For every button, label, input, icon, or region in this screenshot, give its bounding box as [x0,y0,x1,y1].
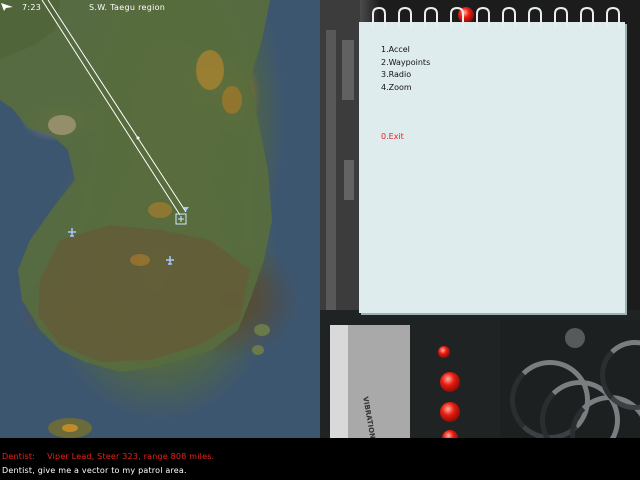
tactical-map[interactable]: 7:23 S.W. Taegu region [0,0,320,438]
menu-item-radio[interactable]: 3.Radio [381,69,430,82]
message-speaker: Dentist: [2,452,36,461]
message-text: Viper Lead, Steer 323, range 808 miles. [47,452,215,461]
menu-item-zoom[interactable]: 4.Zoom [381,82,430,95]
mission-time: 7:23 [22,3,42,12]
map-region-label: S.W. Taegu region [89,3,166,12]
friendly-aircraft-icon[interactable] [68,228,76,237]
radio-message-incoming: Dentist: Viper Lead, Steer 323, range 808… [2,452,214,461]
radio-message-bar: Dentist: Viper Lead, Steer 323, range 808… [0,438,640,480]
command-menu: 1.Accel 2.Waypoints 3.Radio 4.Zoom [381,44,430,94]
red-knob-icon[interactable] [440,372,460,392]
menu-item-waypoints[interactable]: 2.Waypoints [381,57,430,70]
map-markers [68,207,189,265]
airbase-marker-icon[interactable] [183,207,189,211]
notepad-spiral-binding [372,6,620,28]
menu-item-accel[interactable]: 1.Accel [381,44,430,57]
radio-message-outgoing: Dentist, give me a vector to my patrol a… [2,466,187,475]
notepad-menu: 1.Accel 2.Waypoints 3.Radio 4.Zoom 0.Exi… [359,22,625,313]
player-aircraft-icon[interactable] [175,213,187,225]
friendly-aircraft-icon[interactable] [166,256,174,265]
red-knob-icon[interactable] [440,402,460,422]
red-indicator-light-icon [438,346,450,358]
map-header: 7:23 S.W. Taegu region [0,2,320,16]
menu-item-exit[interactable]: 0.Exit [381,132,404,141]
cursor-arrow-icon [1,3,13,11]
